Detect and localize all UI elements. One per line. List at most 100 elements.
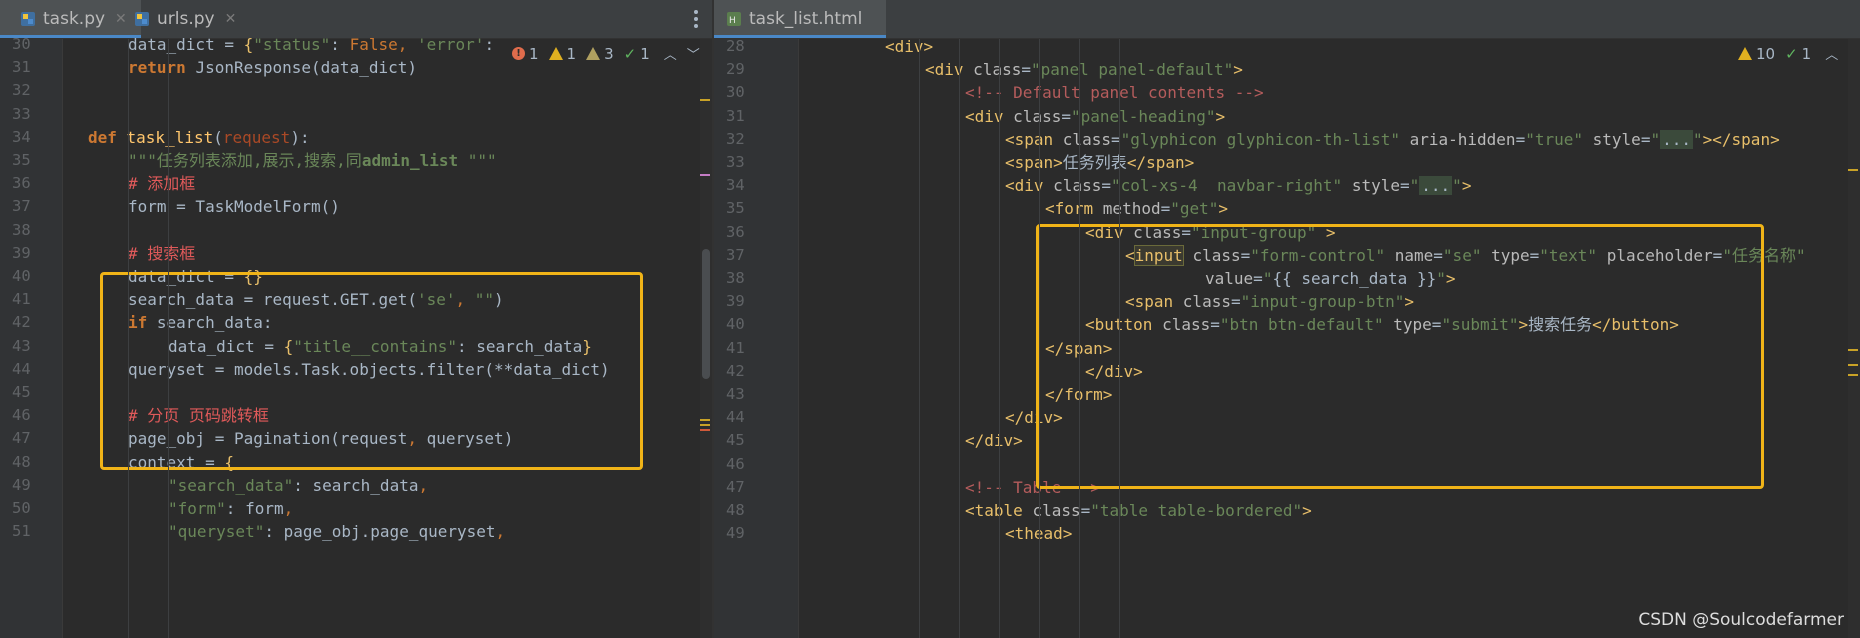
code-token: "true" <box>1525 129 1593 149</box>
close-icon[interactable]: ✕ <box>225 11 237 27</box>
code-token: ... <box>1419 176 1453 196</box>
code-token: <span <box>1005 129 1063 149</box>
python-file-icon <box>20 11 36 27</box>
code-token: = <box>1640 129 1651 149</box>
more-options-icon[interactable] <box>694 10 698 31</box>
code-token: , <box>418 475 429 495</box>
code-token: <!-- Default panel contents --> <box>965 83 1264 103</box>
code-token: : page_obj.page_queryset <box>264 522 496 542</box>
watermark: CSDN @Soulcodefarmer <box>1638 610 1844 630</box>
scrollbar-left[interactable] <box>700 39 712 638</box>
code-token: <form <box>1045 199 1103 219</box>
code-token: : <box>330 35 350 54</box>
code-token: style <box>1592 129 1641 149</box>
scrollbar-right[interactable] <box>1848 39 1860 638</box>
code-token: 任务列表 <box>1062 153 1127 172</box>
code-token: JsonResponse(data_dict) <box>195 58 417 78</box>
code-token: "col-xs-4 navbar-right" <box>1110 176 1352 196</box>
scroll-marker <box>1848 349 1858 351</box>
code-token: = <box>1160 199 1171 219</box>
indent-guide <box>959 39 960 638</box>
ok-count: 1 <box>1801 44 1812 63</box>
html-file-icon: H <box>726 11 742 27</box>
scroll-marker <box>700 174 710 176</box>
code-token: "get" <box>1170 199 1219 219</box>
code-token: aria-hidden <box>1409 129 1516 149</box>
check-icon: ✓ <box>623 44 637 63</box>
code-token: > <box>1218 199 1229 219</box>
warning-icon <box>548 47 563 60</box>
code-token: , <box>495 522 506 542</box>
scroll-marker <box>700 99 710 101</box>
code-token: > <box>1302 501 1312 520</box>
code-token: "form" <box>168 499 226 518</box>
line-number: 51 <box>12 522 31 541</box>
code-token: = <box>1080 501 1091 520</box>
indent-guide <box>1079 39 1080 638</box>
code-token: = <box>1021 60 1031 80</box>
code-token: <span> <box>1005 153 1063 172</box>
code-token: " <box>1409 176 1420 196</box>
code-text: "queryset": page_obj.page_queryset, <box>168 518 505 546</box>
chevron-down-icon[interactable]: ﹀ <box>687 44 700 63</box>
chevron-up-icon[interactable]: ︿ <box>1825 44 1838 63</box>
code-token: , <box>397 35 417 54</box>
code-token: 'error' <box>417 35 485 54</box>
highlight-box-form-code <box>1036 224 1764 489</box>
code-token: admin_list <box>361 151 459 170</box>
scroll-marker <box>700 424 710 426</box>
code-token: request <box>222 127 291 147</box>
highlight-box-search-code <box>100 272 643 470</box>
scroll-marker <box>1848 169 1858 171</box>
code-token: <div> <box>885 37 934 56</box>
code-token: = <box>1399 176 1410 196</box>
code-token: " <box>1452 176 1462 196</box>
code-token: def <box>88 127 127 147</box>
scroll-thumb[interactable] <box>702 249 710 379</box>
code-token: <div <box>1005 176 1054 196</box>
scroll-marker <box>1848 374 1858 376</box>
code-token: : <box>484 35 504 54</box>
code-token: : search_data <box>293 475 419 495</box>
tab-label: task.py <box>43 9 106 29</box>
indent-guide <box>128 39 129 638</box>
code-token: </div> <box>965 431 1023 451</box>
code-token: { <box>243 35 254 54</box>
weak-warning-count: 3 <box>604 44 614 63</box>
python-file-icon <box>134 11 150 27</box>
code-line[interactable]: 49<thead> <box>714 520 1860 548</box>
scroll-marker <box>700 419 710 421</box>
indent-guide <box>1039 39 1040 638</box>
tab-label: task_list.html <box>749 9 863 29</box>
indent-guide <box>1119 39 1120 638</box>
code-token: task_list <box>126 127 214 147</box>
code-token: > <box>1233 60 1243 80</box>
code-token: method <box>1102 199 1161 219</box>
check-icon: ✓ <box>1785 44 1798 63</box>
code-line[interactable]: 51 "queryset": page_obj.page_queryset, <box>0 518 712 546</box>
code-token: "queryset" <box>168 522 265 542</box>
code-token: = <box>1101 176 1111 196</box>
chevron-up-icon[interactable]: ︿ <box>664 44 677 63</box>
warning-count: 1 <box>566 44 577 63</box>
code-token: class <box>973 60 1022 80</box>
code-token: # 搜索框 <box>128 243 196 263</box>
code-token: class <box>1053 176 1102 196</box>
indent-guide <box>999 39 1000 638</box>
code-token: class <box>1062 129 1111 149</box>
code-token: : form <box>225 499 284 518</box>
scroll-marker <box>700 429 710 431</box>
code-token: ): <box>290 127 310 147</box>
code-token: "glyphicon glyphicon-th-list" <box>1120 129 1410 149</box>
code-token: " <box>1693 129 1703 149</box>
code-token: data_dict = <box>128 35 244 54</box>
code-token: = <box>1061 106 1071 126</box>
code-token: ( <box>213 127 223 147</box>
indent-guide <box>168 39 169 638</box>
scroll-marker <box>1848 364 1858 366</box>
inspection-widget-left[interactable]: ! 1 1 3 ✓ 1 ︿ ﹀ <box>512 44 700 63</box>
code-token: ... <box>1660 129 1693 149</box>
code-token: ></span> <box>1702 129 1780 149</box>
editor-pane-right: H task_list.html 28 <div> 29 <div class="pa… <box>714 0 1860 638</box>
inspection-widget-right[interactable]: 10 ✓ 1 ︿ ﹀ <box>1738 44 1860 63</box>
